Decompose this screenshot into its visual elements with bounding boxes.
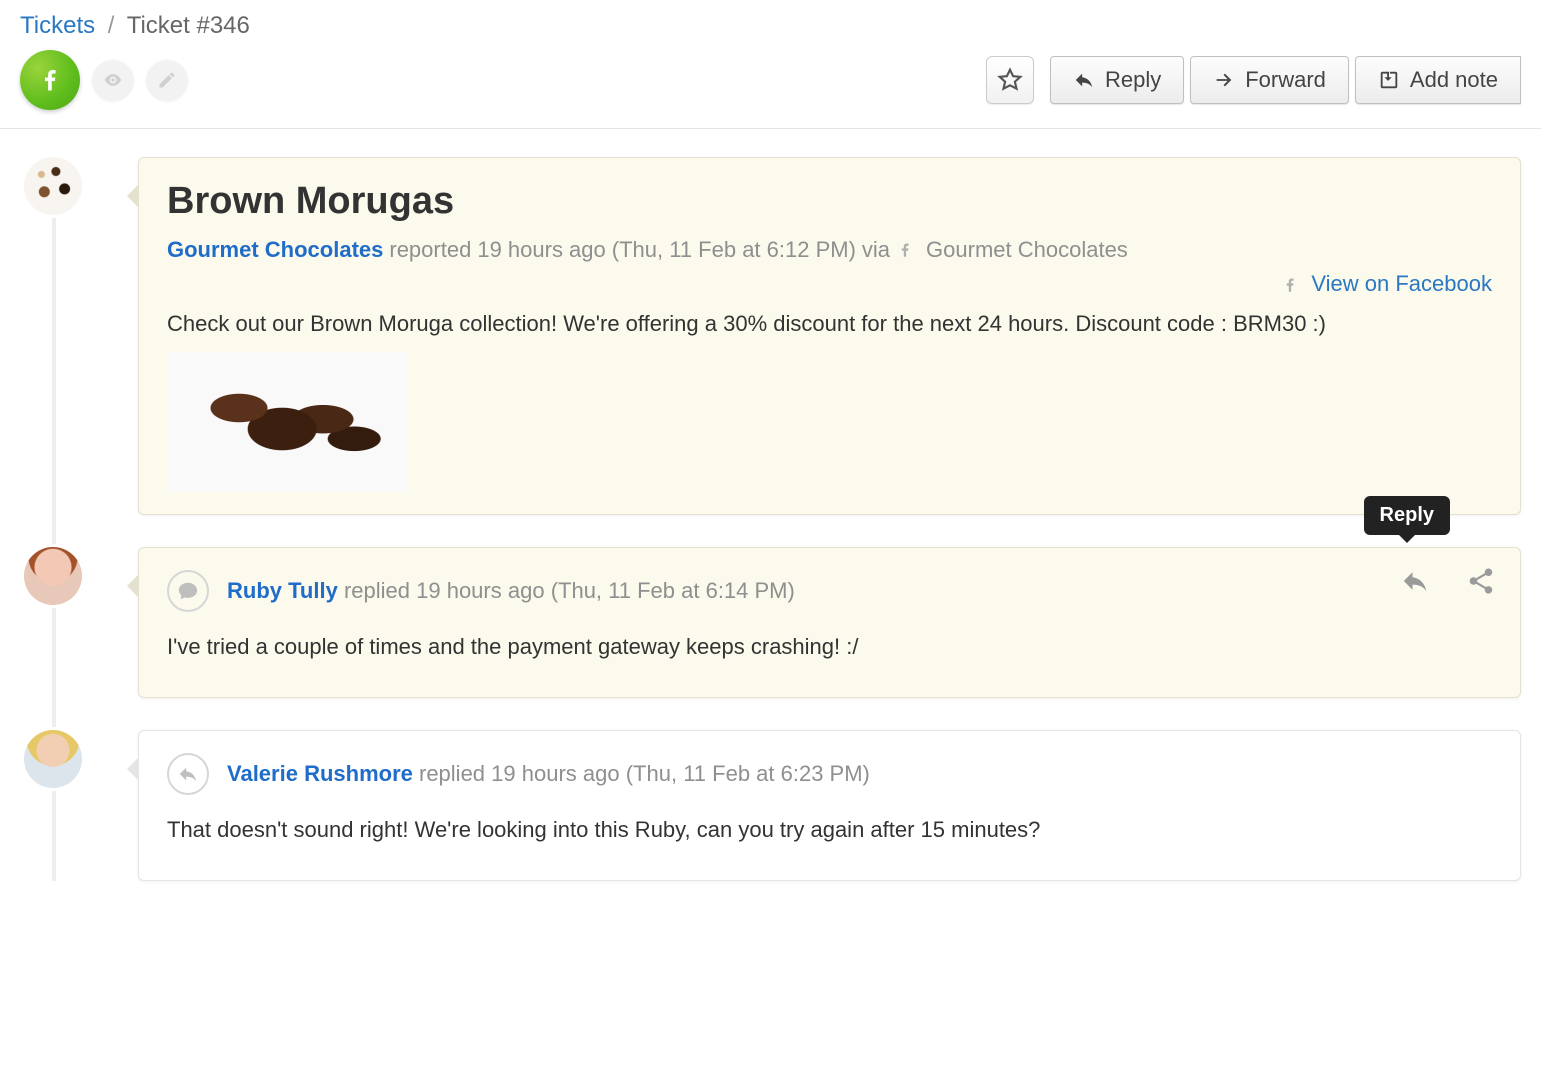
- reply-timestamp: (Thu, 11 Feb at 6:14 PM): [551, 578, 795, 603]
- reported-timestamp: (Thu, 11 Feb at 6:12 PM): [612, 237, 856, 263]
- ticket-author-link[interactable]: Gourmet Chocolates: [167, 237, 383, 263]
- reply-ago: 19 hours ago: [491, 761, 619, 786]
- inline-reply-icon[interactable]: [1400, 566, 1430, 596]
- reply-card: Valerie Rushmore replied 19 hours ago (T…: [138, 730, 1521, 881]
- reply-post: Reply Ruby Tully replied 19 hours ago (T…: [20, 547, 1521, 698]
- conversation-thread: Brown Morugas Gourmet Chocolates reporte…: [0, 129, 1541, 881]
- ticket-attachment-image[interactable]: [167, 352, 407, 492]
- reply-author-avatar: [24, 730, 82, 788]
- reported-ago: 19 hours ago: [477, 237, 605, 263]
- reply-tooltip: Reply: [1364, 496, 1450, 535]
- reply-author-link[interactable]: Valerie Rushmore: [227, 761, 413, 786]
- ticket-body-text: Check out our Brown Moruga collection! W…: [167, 309, 1492, 340]
- reply-button-label: Reply: [1105, 67, 1161, 93]
- share-icon[interactable]: [1466, 566, 1496, 596]
- facebook-icon: [896, 238, 914, 262]
- reply-author-avatar: [24, 547, 82, 605]
- speech-bubble-icon: [167, 570, 209, 612]
- reply-ago: 19 hours ago: [416, 578, 544, 603]
- reply-button[interactable]: Reply: [1050, 56, 1184, 104]
- edit-button[interactable]: [146, 59, 188, 101]
- reply-body-text: I've tried a couple of times and the pay…: [167, 632, 1492, 663]
- ticket-original-post: Brown Morugas Gourmet Chocolates reporte…: [20, 157, 1521, 515]
- forward-arrow-icon: [1213, 69, 1235, 91]
- breadcrumb-separator: /: [108, 12, 115, 39]
- reply-card: Reply Ruby Tully replied 19 hours ago (T…: [138, 547, 1521, 698]
- ticket-meta: Gourmet Chocolates reported 19 hours ago…: [167, 237, 1492, 263]
- breadcrumb-current: Ticket #346: [127, 12, 250, 39]
- pencil-icon: [157, 70, 177, 90]
- ticket-title: Brown Morugas: [167, 180, 1492, 223]
- reply-action: replied: [419, 761, 485, 786]
- note-icon: [1378, 69, 1400, 91]
- add-note-button-label: Add note: [1410, 67, 1498, 93]
- via-source: Gourmet Chocolates: [926, 237, 1128, 263]
- view-on-facebook-link[interactable]: View on Facebook: [1311, 271, 1492, 296]
- eye-icon: [103, 70, 123, 90]
- reply-post: Valerie Rushmore replied 19 hours ago (T…: [20, 730, 1521, 881]
- ticket-header-bar: Reply Forward Add note: [0, 50, 1541, 129]
- reply-body-text: That doesn't sound right! We're looking …: [167, 815, 1492, 846]
- star-icon: [997, 67, 1023, 93]
- facebook-icon: [1281, 273, 1299, 297]
- requester-avatar: [24, 157, 82, 215]
- watch-button[interactable]: [92, 59, 134, 101]
- breadcrumb-root-link[interactable]: Tickets: [20, 12, 95, 39]
- reported-action: reported: [389, 237, 471, 263]
- ticket-card: Brown Morugas Gourmet Chocolates reporte…: [138, 157, 1521, 515]
- facebook-icon: [36, 66, 64, 94]
- add-note-button[interactable]: Add note: [1355, 56, 1521, 104]
- forward-button-label: Forward: [1245, 67, 1326, 93]
- reply-indicator-icon: [167, 753, 209, 795]
- reply-action: replied: [344, 578, 410, 603]
- via-label: via: [862, 237, 890, 263]
- breadcrumb: Tickets / Ticket #346: [0, 0, 1541, 50]
- reply-arrow-icon: [1073, 69, 1095, 91]
- reply-timestamp: (Thu, 11 Feb at 6:23 PM): [626, 761, 870, 786]
- reply-actions: [1400, 566, 1496, 596]
- facebook-source-avatar: [20, 50, 80, 110]
- star-button[interactable]: [986, 56, 1034, 104]
- reply-author-link[interactable]: Ruby Tully: [227, 578, 338, 603]
- forward-button[interactable]: Forward: [1190, 56, 1349, 104]
